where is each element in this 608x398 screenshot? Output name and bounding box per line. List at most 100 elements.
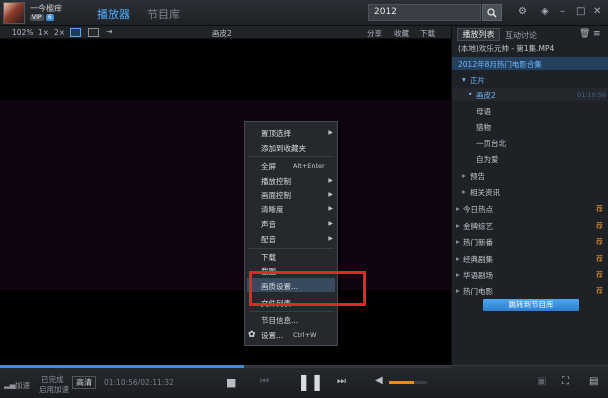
video-frame <box>0 100 451 290</box>
avatar[interactable] <box>3 2 25 24</box>
recommend-badge: 荐 <box>596 287 603 295</box>
playlist-item[interactable]: 一页台北 <box>476 138 506 149</box>
search-button[interactable] <box>482 4 502 21</box>
menu-item-playback[interactable]: 播放控制 <box>261 176 291 187</box>
username[interactable]: 一今楹痒 <box>30 3 62 14</box>
search-input[interactable]: 2012 <box>368 4 481 21</box>
ratio-icon[interactable] <box>70 28 81 37</box>
next-frame-icon[interactable]: ⇥ <box>106 27 112 36</box>
list-icon[interactable]: ≡ <box>593 29 601 39</box>
menu-item-fullscreen[interactable]: 全屏 <box>261 161 276 172</box>
speed-1x-button[interactable]: 1× <box>38 28 49 37</box>
menu-item-dubbing[interactable]: 配音 <box>261 234 276 245</box>
expand-icon[interactable]: ▸ <box>456 204 460 213</box>
active-item-time: 01:10:56 <box>577 91 607 99</box>
signal-icon: ▂▄ <box>4 380 16 389</box>
playlist-sub-main[interactable]: 正片 <box>470 75 485 86</box>
menu-separator <box>249 311 334 312</box>
volume-slider[interactable] <box>389 381 427 384</box>
playlist-toggle-icon[interactable]: ▤ <box>589 376 598 387</box>
category-classic-series[interactable]: 经典剧集 <box>463 254 493 265</box>
category-variety[interactable]: 金牌综艺 <box>463 221 493 232</box>
pause-icon[interactable]: ❚❚ <box>297 372 324 391</box>
favorite-button[interactable]: 收藏 <box>394 28 409 39</box>
accelerate-label[interactable]: 加速 <box>15 380 30 391</box>
highlight-annotation-box <box>249 271 366 306</box>
tab-library[interactable]: 节目库 <box>147 6 180 22</box>
fullscreen-icon[interactable]: ⛶ <box>562 376 569 387</box>
expand-icon[interactable]: ▸ <box>456 221 460 230</box>
fit-icon[interactable] <box>88 28 99 37</box>
video-title: 画皮2 <box>212 29 232 38</box>
minimize-icon[interactable]: – <box>560 6 565 17</box>
menu-shortcut-settings: Ctrl+W <box>293 331 317 339</box>
menu-item-picture[interactable]: 画面控制 <box>261 190 291 201</box>
submenu-arrow-icon: ▶ <box>328 205 333 212</box>
menu-shortcut-fullscreen: Alt+Enter <box>293 162 325 170</box>
level-badge: 6 <box>46 14 54 21</box>
share-button[interactable]: 分享 <box>367 28 382 39</box>
category-hot-today[interactable]: 今日热点 <box>463 204 493 215</box>
playlist-item[interactable]: 母语 <box>476 106 491 117</box>
volume-fill <box>389 381 414 384</box>
playlist-group-label[interactable]: 2012年8月热门电影合集 <box>458 59 542 70</box>
category-hot-movies[interactable]: 热门电影 <box>463 286 493 297</box>
submenu-arrow-icon: ▶ <box>328 191 333 198</box>
speed-2x-button[interactable]: 2× <box>54 28 65 37</box>
playlist-item-active[interactable]: 画皮2 <box>476 90 496 101</box>
zoom-level[interactable]: 102% <box>12 28 33 37</box>
expand-icon[interactable]: ▸ <box>462 187 466 196</box>
progress-bar[interactable] <box>0 365 451 368</box>
search-icon <box>487 7 497 18</box>
playlist-item[interactable]: 自为爱 <box>476 154 499 165</box>
title-bar <box>0 0 608 26</box>
context-menu: 置顶选择 ▶ 添加到收藏夹 全屏 Alt+Enter 播放控制 ▶ 画面控制 ▶… <box>244 121 338 346</box>
tab-discuss[interactable]: 互动讨论 <box>505 30 537 41</box>
submenu-arrow-icon: ▶ <box>328 235 333 242</box>
expand-icon[interactable]: ▸ <box>456 237 460 246</box>
expand-icon[interactable]: ▾ <box>462 75 466 84</box>
submenu-arrow-icon: ▶ <box>328 220 333 227</box>
mini-mode-icon[interactable]: ▣ <box>537 376 546 387</box>
skin-icon[interactable]: ◈ <box>541 6 549 17</box>
category-new-anime[interactable]: 热门新番 <box>463 237 493 248</box>
stop-icon[interactable]: ■ <box>226 376 236 389</box>
recommend-badge: 荐 <box>596 222 603 230</box>
expand-icon[interactable]: ▸ <box>456 286 460 295</box>
menu-item-add-favorite[interactable]: 添加到收藏夹 <box>261 143 306 154</box>
expand-icon[interactable]: ▸ <box>456 254 460 263</box>
menu-separator <box>249 248 334 249</box>
settings-icon[interactable]: ⚙ <box>518 6 527 17</box>
playlist-sub-trailer[interactable]: 预告 <box>470 171 485 182</box>
submenu-arrow-icon: ▶ <box>328 129 333 136</box>
tab-playlist[interactable]: 播放列表 <box>457 28 500 41</box>
menu-item-clarity[interactable]: 清晰度 <box>261 204 284 215</box>
tab-player[interactable]: 播放器 <box>93 6 134 29</box>
trash-icon[interactable]: 🗑 <box>579 29 590 39</box>
playlist-sub-related[interactable]: 相关资讯 <box>470 187 500 198</box>
quality-button[interactable]: 高清 <box>72 376 96 389</box>
menu-item-pin[interactable]: 置顶选择 <box>261 128 291 139</box>
menu-item-download[interactable]: 下载 <box>261 252 276 263</box>
recommend-badge: 荐 <box>596 205 603 213</box>
previous-icon[interactable]: ⏮ <box>260 376 269 387</box>
menu-item-program-info[interactable]: 节目信息... <box>261 315 298 326</box>
volume-icon[interactable]: ◀ <box>375 375 383 386</box>
vip-badge: VIP <box>30 14 44 21</box>
menu-item-sound[interactable]: 声音 <box>261 219 276 230</box>
progress-fill <box>0 365 244 368</box>
expand-icon[interactable]: ▸ <box>462 171 466 180</box>
menu-item-settings[interactable]: 设置... <box>261 330 283 341</box>
maximize-icon[interactable]: □ <box>576 6 585 17</box>
next-icon[interactable]: ⏭ <box>337 376 346 387</box>
video-area[interactable] <box>0 39 451 365</box>
expand-icon[interactable]: ▸ <box>456 270 460 279</box>
goto-library-button[interactable]: 跳转到节目库 <box>483 299 579 311</box>
now-playing-file[interactable]: (本地)欢乐元帅 - 第1集.MP4 <box>458 43 554 54</box>
close-icon[interactable]: ✕ <box>593 6 601 17</box>
category-chinese-theater[interactable]: 华语剧场 <box>463 270 493 281</box>
playing-dot-icon: • <box>468 90 473 99</box>
time-display: 01:10:56/02:11:32 <box>104 378 174 387</box>
playlist-item[interactable]: 猎物 <box>476 122 491 133</box>
download-button[interactable]: 下载 <box>420 28 435 39</box>
